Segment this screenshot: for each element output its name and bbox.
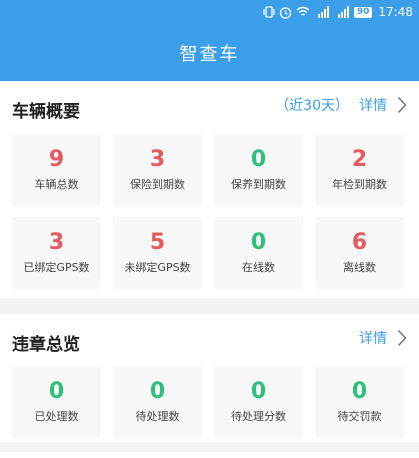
stat-pending-points[interactable]: 0 待处理分数 xyxy=(214,366,303,438)
signal-3g-icon xyxy=(337,6,349,18)
stat-maintenance-due[interactable]: 0 保养到期数 xyxy=(214,134,303,206)
vehicle-overview-title: 车辆概要 xyxy=(12,102,80,122)
status-bar: 90 17:48 xyxy=(263,2,413,22)
violations-details-link[interactable]: 详情 xyxy=(359,328,407,348)
stat-gps-unbound[interactable]: 5 未绑定GPS数 xyxy=(113,217,202,289)
page-title: 智查车 xyxy=(179,44,240,65)
stat-value: 3 xyxy=(48,230,65,255)
stat-value: 0 xyxy=(48,379,65,404)
stat-label: 车辆总数 xyxy=(34,178,79,191)
stat-label: 已处理数 xyxy=(34,410,79,423)
stat-label: 离线数 xyxy=(343,261,376,274)
wifi-icon xyxy=(296,6,310,16)
date-range-label[interactable]: （近30天） xyxy=(275,95,349,115)
violations-card: 违章总览 详情 0 已处理数 0 待处理数 0 待处理分数 0 待交罚款 xyxy=(0,314,419,442)
vehicle-overview-details-link[interactable]: （近30天） 详情 xyxy=(275,95,407,115)
stat-label: 待处理分数 xyxy=(231,410,286,423)
stat-offline[interactable]: 6 离线数 xyxy=(315,217,404,289)
stat-pending-fines[interactable]: 0 待交罚款 xyxy=(315,366,404,438)
violations-title: 违章总览 xyxy=(12,335,80,355)
stat-value: 6 xyxy=(351,230,368,255)
stat-label: 保险到期数 xyxy=(130,178,185,191)
details-label[interactable]: 详情 xyxy=(359,95,387,115)
stat-online[interactable]: 0 在线数 xyxy=(214,217,303,289)
stat-value: 2 xyxy=(351,147,368,172)
stat-insurance-due[interactable]: 3 保险到期数 xyxy=(113,134,202,206)
app-header: 90 17:48 智查车 xyxy=(0,0,419,81)
stat-label: 已绑定GPS数 xyxy=(23,261,90,274)
stat-value: 9 xyxy=(48,147,65,172)
chevron-right-icon[interactable] xyxy=(397,96,407,114)
stat-value: 0 xyxy=(149,379,166,404)
stat-value: 3 xyxy=(149,147,166,172)
stat-label: 待交罚款 xyxy=(337,410,382,423)
stat-processed[interactable]: 0 已处理数 xyxy=(12,366,101,438)
alarm-icon xyxy=(279,6,292,19)
stat-value: 0 xyxy=(250,147,267,172)
stat-pending[interactable]: 0 待处理数 xyxy=(113,366,202,438)
stat-value: 0 xyxy=(250,379,267,404)
chevron-right-icon[interactable] xyxy=(397,329,407,347)
details-label[interactable]: 详情 xyxy=(359,328,387,348)
stat-label: 保养到期数 xyxy=(231,178,286,191)
stat-value: 5 xyxy=(149,230,166,255)
stat-label: 待处理数 xyxy=(135,410,180,423)
stat-total-vehicles[interactable]: 9 车辆总数 xyxy=(12,134,101,206)
stat-value: 0 xyxy=(250,230,267,255)
vehicle-overview-card: 车辆概要 （近30天） 详情 9 车辆总数 3 保险到期数 0 保养到期数 2 … xyxy=(0,81,419,298)
stat-label: 未绑定GPS数 xyxy=(124,261,191,274)
clock: 17:48 xyxy=(378,5,413,19)
signal-4g-icon xyxy=(317,6,329,18)
stat-value: 0 xyxy=(351,379,368,404)
next-card xyxy=(0,452,419,458)
stat-gps-bound[interactable]: 3 已绑定GPS数 xyxy=(12,217,101,289)
stat-inspection-due[interactable]: 2 年检到期数 xyxy=(315,134,404,206)
vibrate-icon xyxy=(263,6,275,18)
battery-level: 90 xyxy=(353,6,373,18)
stat-label: 在线数 xyxy=(242,261,275,274)
stat-label: 年检到期数 xyxy=(332,178,387,191)
